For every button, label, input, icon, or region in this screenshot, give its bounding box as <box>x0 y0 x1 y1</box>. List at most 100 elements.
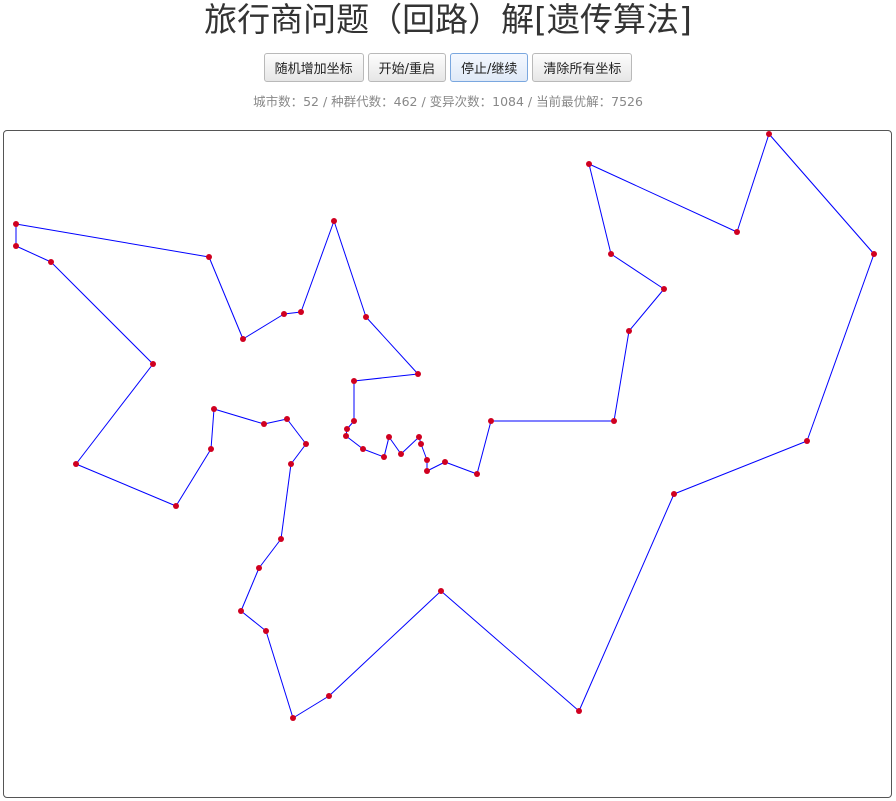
start-restart-button[interactable]: 开始/重启 <box>367 53 446 82</box>
city-point <box>284 416 290 422</box>
random-add-coords-button[interactable]: 随机增加坐标 <box>263 53 364 82</box>
route-segment <box>175 448 212 507</box>
city-point <box>208 446 214 452</box>
route-segment <box>353 373 419 382</box>
city-point <box>766 131 772 137</box>
city-point <box>661 286 667 292</box>
city-point <box>150 361 156 367</box>
city-point <box>586 161 592 167</box>
city-point <box>442 459 448 465</box>
route-segment <box>610 253 665 290</box>
stop-continue-button[interactable]: 停止/继续 <box>450 53 529 82</box>
route-segment <box>208 256 244 340</box>
city-point <box>343 433 349 439</box>
city-point <box>298 309 304 315</box>
city-point <box>671 491 677 497</box>
route-segment <box>588 163 612 255</box>
route-segment <box>300 220 335 313</box>
route-segment <box>292 695 330 719</box>
city-point <box>288 461 294 467</box>
route-segment <box>628 288 665 332</box>
city-point <box>438 588 444 594</box>
city-point <box>351 418 357 424</box>
city-point <box>626 328 632 334</box>
route-segment <box>213 408 265 425</box>
city-point <box>48 259 54 265</box>
city-point <box>474 471 480 477</box>
city-point <box>488 418 494 424</box>
city-point <box>804 438 810 444</box>
clear-all-coords-button[interactable]: 清除所有坐标 <box>532 53 633 82</box>
status-text: 城市数：52 / 种群代数：462 / 变异次数：1084 / 当前最优解：75… <box>253 94 643 109</box>
route-segment <box>263 418 288 425</box>
route-segment <box>613 330 630 422</box>
route-segment <box>388 436 402 455</box>
route-segment <box>242 313 285 340</box>
route-segment <box>280 463 292 540</box>
city-point <box>73 461 79 467</box>
route-segment <box>75 463 177 507</box>
route-segment <box>333 220 367 318</box>
route-segment <box>736 133 770 233</box>
route-segment <box>290 443 307 465</box>
city-point <box>611 418 617 424</box>
city-point <box>263 628 269 634</box>
city-point <box>256 565 262 571</box>
city-point <box>363 314 369 320</box>
route-segment <box>365 316 419 375</box>
city-point <box>386 434 392 440</box>
route-plot[interactable] <box>4 131 892 798</box>
city-point <box>416 434 422 440</box>
route-segment <box>806 253 875 442</box>
city-point <box>326 693 332 699</box>
route-segment <box>286 418 307 445</box>
route-segment <box>673 440 808 495</box>
page-title: 旅行商问题（回路）解[遗传算法] <box>204 0 692 39</box>
city-point <box>381 454 387 460</box>
route-canvas[interactable] <box>3 130 892 798</box>
route-segment <box>50 261 154 365</box>
route-segment <box>240 567 260 612</box>
city-point <box>415 371 421 377</box>
toolbar: 随机增加坐标 开始/重启 停止/继续 清除所有坐标 <box>0 53 896 83</box>
city-point <box>278 536 284 542</box>
route-segment <box>328 590 442 697</box>
city-point <box>398 451 404 457</box>
route-segment <box>768 133 875 255</box>
city-point <box>576 708 582 714</box>
route-segment <box>345 435 364 450</box>
city-point <box>206 254 212 260</box>
city-point <box>211 406 217 412</box>
city-point <box>734 229 740 235</box>
city-point <box>608 251 614 257</box>
city-point <box>418 441 424 447</box>
city-point <box>261 421 267 427</box>
city-point <box>290 715 296 721</box>
route-segment <box>444 461 478 475</box>
city-point <box>424 457 430 463</box>
route-segment <box>75 363 154 465</box>
route-segment <box>578 493 675 712</box>
city-point <box>360 446 366 452</box>
city-point <box>13 221 19 227</box>
city-point <box>351 378 357 384</box>
route-segment <box>240 610 267 632</box>
city-point <box>331 218 337 224</box>
route-segment <box>426 461 446 472</box>
route-segment <box>258 538 282 569</box>
route-segment <box>383 436 390 458</box>
route-segment <box>476 420 492 475</box>
city-point <box>424 468 430 474</box>
route-segment <box>210 408 215 450</box>
city-point <box>871 251 877 257</box>
city-point <box>238 608 244 614</box>
route-segment <box>400 436 420 455</box>
city-point <box>173 503 179 509</box>
route-segment <box>440 590 580 712</box>
route-segment <box>15 223 210 258</box>
city-point <box>281 311 287 317</box>
route-segment <box>265 630 294 719</box>
city-point <box>13 243 19 249</box>
route-segment <box>15 245 52 263</box>
route-segment <box>588 163 738 233</box>
